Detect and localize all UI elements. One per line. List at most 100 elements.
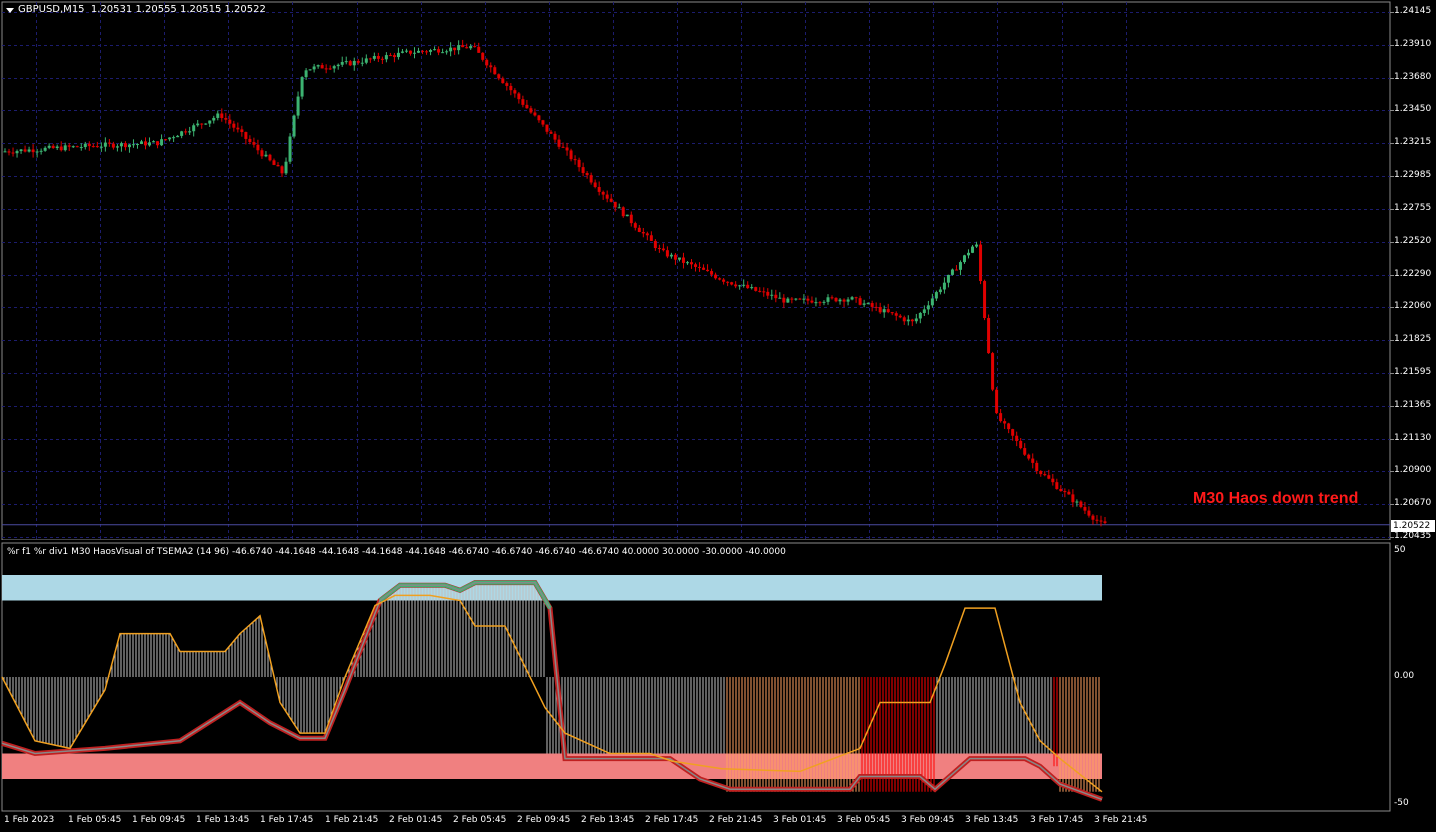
candle-body xyxy=(1075,501,1079,503)
candle-body xyxy=(176,135,180,138)
time-tick-label: 3 Feb 21:45 xyxy=(1094,815,1148,825)
candle-body xyxy=(762,291,766,293)
candle-body xyxy=(661,248,665,251)
candle-body xyxy=(541,120,545,125)
candle-body xyxy=(930,298,934,306)
price-tick-label: 1.20670 xyxy=(1394,498,1432,508)
candle-body xyxy=(513,90,517,94)
candle-body xyxy=(15,151,19,154)
indicator-tick-label: 0.00 xyxy=(1394,671,1415,681)
candle-body xyxy=(1095,519,1099,521)
candle-body xyxy=(264,154,268,157)
candle-body xyxy=(882,309,886,313)
candle-body xyxy=(83,143,87,148)
candle-body xyxy=(477,46,481,53)
candle-body xyxy=(645,233,649,236)
candle-body xyxy=(609,198,613,202)
indicator-pane-border xyxy=(1,542,1391,812)
candle-body xyxy=(870,303,874,307)
candle-body xyxy=(702,267,706,270)
candle-body xyxy=(228,119,232,124)
candle-body xyxy=(123,143,127,148)
candle-body xyxy=(1031,458,1035,463)
candle-body xyxy=(1003,421,1007,424)
candle-body xyxy=(376,56,380,59)
upper-band xyxy=(2,575,1102,601)
candle-body xyxy=(324,68,328,70)
indicator-title: %r f1 %r div1 M30 HaosVisual of TSEMA2 (… xyxy=(7,547,786,557)
candle-body xyxy=(111,143,115,148)
candle-body xyxy=(240,129,244,133)
chart-menu-icon[interactable] xyxy=(6,8,14,13)
price-chart[interactable] xyxy=(0,0,1436,540)
candle-body xyxy=(922,309,926,313)
candle-body xyxy=(384,55,388,60)
candle-body xyxy=(489,65,493,68)
candle-body xyxy=(23,149,27,152)
candle-body xyxy=(433,49,437,51)
candle-body xyxy=(7,151,11,153)
candle-body xyxy=(497,74,501,79)
candle-body xyxy=(91,146,95,148)
candle-body xyxy=(890,312,894,314)
candle-body xyxy=(63,145,67,151)
candle-body xyxy=(380,58,384,60)
candle-body xyxy=(742,284,746,286)
candle-body xyxy=(1027,454,1031,459)
time-tick-label: 1 Feb 17:45 xyxy=(260,815,314,825)
candle-body xyxy=(597,187,601,192)
candle-body xyxy=(806,298,810,301)
candle-body xyxy=(35,151,39,153)
candle-body xyxy=(1019,440,1023,449)
candle-body xyxy=(517,93,521,100)
candle-body xyxy=(208,120,212,124)
price-tick-label: 1.21825 xyxy=(1394,334,1432,344)
candle-body xyxy=(706,269,710,272)
candle-body xyxy=(758,290,762,292)
candle-body xyxy=(103,142,107,147)
candle-body xyxy=(746,284,750,289)
candle-body xyxy=(200,123,204,125)
candle-body xyxy=(449,47,453,52)
candle-body xyxy=(525,104,529,109)
candle-body xyxy=(288,136,292,162)
candle-body xyxy=(814,302,818,304)
candle-body xyxy=(404,50,408,52)
candle-body xyxy=(589,175,593,183)
signal-line-green xyxy=(378,580,552,610)
candle-body xyxy=(135,143,139,145)
candle-body xyxy=(1051,478,1055,483)
candle-body xyxy=(501,78,505,84)
candle-body xyxy=(119,143,123,147)
candle-body xyxy=(979,244,983,282)
candle-body xyxy=(557,139,561,147)
candle-body xyxy=(529,108,533,113)
candle-body xyxy=(461,45,465,48)
candle-body xyxy=(866,303,870,305)
candle-body xyxy=(637,227,641,232)
candle-body xyxy=(164,139,168,141)
candle-body xyxy=(87,143,91,147)
time-tick-label: 3 Feb 17:45 xyxy=(1030,815,1084,825)
candle-body xyxy=(148,142,152,146)
candle-body xyxy=(1091,515,1095,520)
candle-body xyxy=(914,318,918,322)
candle-body xyxy=(244,132,248,139)
candle-body xyxy=(457,45,461,51)
time-tick-label: 3 Feb 13:45 xyxy=(965,815,1019,825)
time-tick-label: 3 Feb 05:45 xyxy=(837,815,891,825)
candle-body xyxy=(39,150,43,152)
candle-body xyxy=(356,60,360,63)
candle-body xyxy=(1055,482,1059,489)
candle-body xyxy=(818,302,822,304)
candle-body xyxy=(437,49,441,53)
candle-body xyxy=(810,300,814,303)
candle-body xyxy=(284,161,288,174)
candle-body xyxy=(942,282,946,290)
candle-body xyxy=(521,99,525,105)
candle-body xyxy=(577,159,581,168)
candle-body xyxy=(878,307,882,313)
candle-body xyxy=(790,298,794,300)
candle-body xyxy=(364,58,368,63)
price-tick-label: 1.21365 xyxy=(1394,400,1432,410)
